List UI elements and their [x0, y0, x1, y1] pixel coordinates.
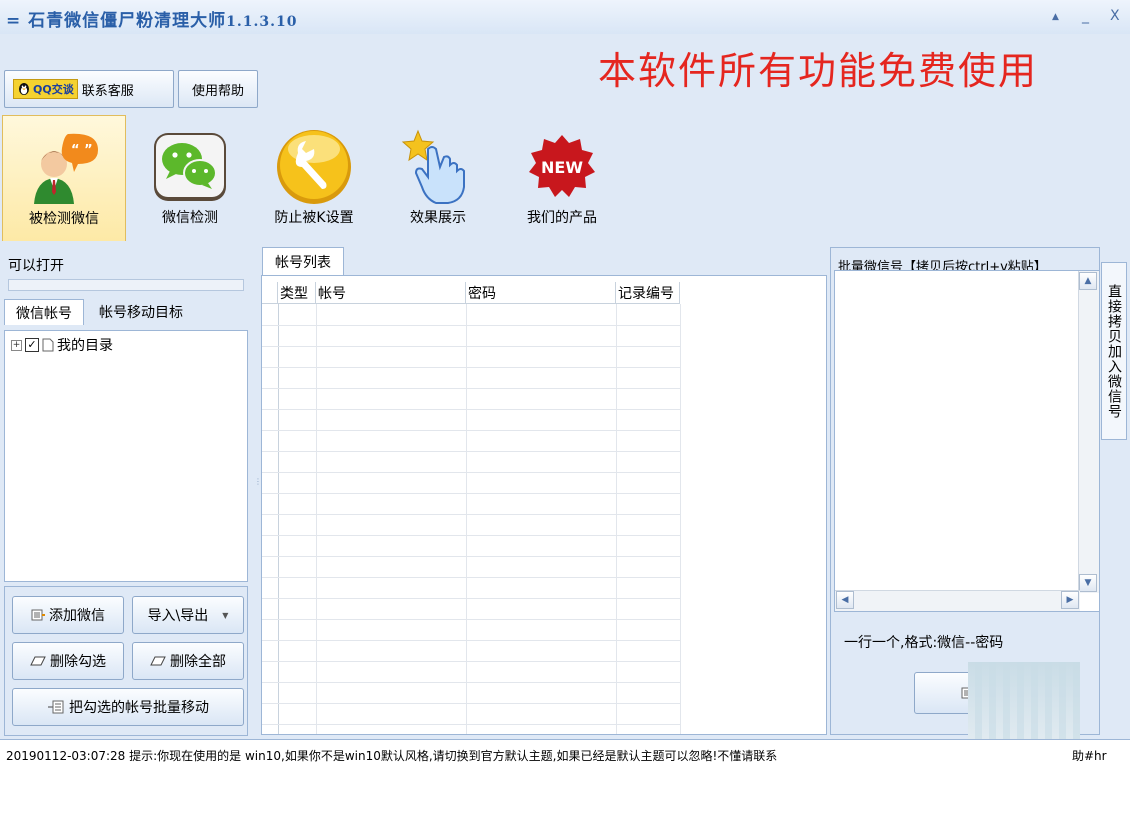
- qq-chat-badge: QQ交谈: [13, 79, 78, 99]
- add-wechat-label: 添加微信: [49, 608, 105, 624]
- title-bar: = 石青微信僵尸粉清理大师1.1.3.10 ▲ _ X: [0, 0, 1130, 34]
- ribbon-label: 我们的产品: [527, 210, 597, 226]
- delete-checked-label: 删除勾选: [50, 654, 106, 670]
- app-name: 石青微信僵尸粉清理大师: [28, 11, 227, 31]
- ribbon-label: 效果展示: [410, 210, 466, 226]
- batch-move-label: 把勾选的帐号批量移动: [69, 700, 209, 716]
- wrench-icon: [277, 130, 351, 204]
- status-message: 20190112-03:07:28 提示:你现在使用的是 win10,如果你不是…: [6, 749, 778, 763]
- tab-direct-copy-add[interactable]: 直接拷贝加入微信号: [1101, 262, 1127, 440]
- document-icon: [42, 338, 54, 352]
- penguin-icon: [19, 83, 29, 95]
- promo-banner: 本软件所有功能免费使用: [598, 49, 1039, 93]
- add-list-icon: [31, 609, 45, 621]
- expand-icon[interactable]: +: [11, 339, 22, 351]
- import-export-button[interactable]: 导入\导出 ▼: [132, 596, 244, 634]
- move-list-icon: [48, 700, 64, 714]
- table-column-2: [466, 304, 617, 734]
- ribbon-label: 防止被K设置: [274, 210, 354, 226]
- corner-cell: [262, 282, 278, 304]
- status-tail: 助#hr: [1072, 749, 1107, 763]
- ribbon-wechat-check[interactable]: 微信检测: [128, 115, 252, 241]
- menu-icon[interactable]: =: [6, 11, 21, 31]
- dropdown-arrow-icon: ▼: [222, 610, 229, 620]
- scroll-up-icon[interactable]: ▲: [1079, 272, 1097, 290]
- vertical-scrollbar[interactable]: ▲ ▼: [1078, 271, 1099, 593]
- ribbon-showcase[interactable]: 效果展示: [376, 115, 500, 241]
- close-button[interactable]: X: [1110, 8, 1120, 24]
- tab-wechat-accounts[interactable]: 微信帐号: [4, 299, 84, 325]
- progress-bar: [8, 279, 244, 291]
- tree-node-label: 我的目录: [57, 338, 113, 354]
- batch-wechat-textarea[interactable]: ▲ ▼ ◀ ▶: [834, 270, 1100, 612]
- table-column-1: [316, 304, 467, 734]
- user-chat-icon: “ ”: [34, 133, 98, 204]
- column-header-account[interactable]: 帐号: [316, 282, 466, 304]
- scroll-down-icon[interactable]: ▼: [1079, 574, 1097, 592]
- open-status-label: 可以打开: [8, 258, 64, 274]
- delete-all-button[interactable]: 删除全部: [132, 642, 244, 680]
- tree-checkbox[interactable]: ✓: [25, 338, 39, 352]
- hand-star-icon: [401, 129, 465, 204]
- ribbon-label: 微信检测: [162, 210, 218, 226]
- help-button[interactable]: 使用帮助: [178, 70, 258, 108]
- svg-text:“ ”: “ ”: [71, 143, 93, 158]
- contact-service-button[interactable]: QQ交谈 联系客服: [4, 70, 174, 108]
- batch-move-button[interactable]: 把勾选的帐号批量移动: [12, 688, 244, 726]
- scroll-left-icon[interactable]: ◀: [836, 591, 854, 609]
- ribbon-our-products[interactable]: NEW 我们的产品: [500, 115, 624, 241]
- tab-move-target[interactable]: 帐号移动目标: [86, 299, 196, 325]
- account-table: 类型 帐号 密码 记录编号: [261, 275, 827, 735]
- minimize-button[interactable]: _: [1082, 8, 1089, 24]
- eraser-icon: [150, 656, 166, 666]
- collapse-button[interactable]: ▲: [1052, 12, 1059, 22]
- scroll-right-icon[interactable]: ▶: [1061, 591, 1079, 609]
- table-header: 类型 帐号 密码 记录编号: [262, 282, 680, 304]
- delete-all-label: 删除全部: [170, 654, 226, 670]
- new-badge-text: NEW: [541, 158, 583, 177]
- ribbon-monitored-wechat[interactable]: “ ” 被检测微信: [2, 115, 126, 241]
- import-export-label: 导入\导出: [147, 608, 209, 624]
- directory-tree: + ✓ 我的目录: [4, 330, 248, 582]
- app-version: 1.1.3.10: [226, 14, 298, 30]
- ribbon-label: 被检测微信: [29, 211, 99, 227]
- wechat-icon: [154, 133, 226, 201]
- eraser-icon: [30, 656, 46, 666]
- qq-chat-label: QQ交谈: [33, 83, 74, 96]
- table-column-0: [278, 304, 317, 734]
- new-badge-icon: NEW: [529, 135, 595, 197]
- column-header-record-id[interactable]: 记录编号: [616, 282, 680, 304]
- delete-checked-button[interactable]: 删除勾选: [12, 642, 124, 680]
- column-header-password[interactable]: 密码: [466, 282, 616, 304]
- table-column-3: [616, 304, 681, 734]
- ribbon-anti-kick-settings[interactable]: 防止被K设置: [252, 115, 376, 241]
- window-title: = 石青微信僵尸粉清理大师1.1.3.10: [6, 6, 298, 31]
- contact-service-label: 联系客服: [81, 83, 134, 99]
- horizontal-scrollbar[interactable]: ◀ ▶: [835, 590, 1080, 611]
- status-bar: 20190112-03:07:28 提示:你现在使用的是 win10,如果你不是…: [0, 739, 1130, 827]
- add-wechat-button[interactable]: 添加微信: [12, 596, 124, 634]
- format-hint-label: 一行一个,格式:微信--密码: [844, 635, 1004, 651]
- column-header-type[interactable]: 类型: [278, 282, 316, 304]
- tree-node-my-directory[interactable]: + ✓ 我的目录: [11, 335, 113, 355]
- tab-account-list[interactable]: 帐号列表: [262, 247, 344, 275]
